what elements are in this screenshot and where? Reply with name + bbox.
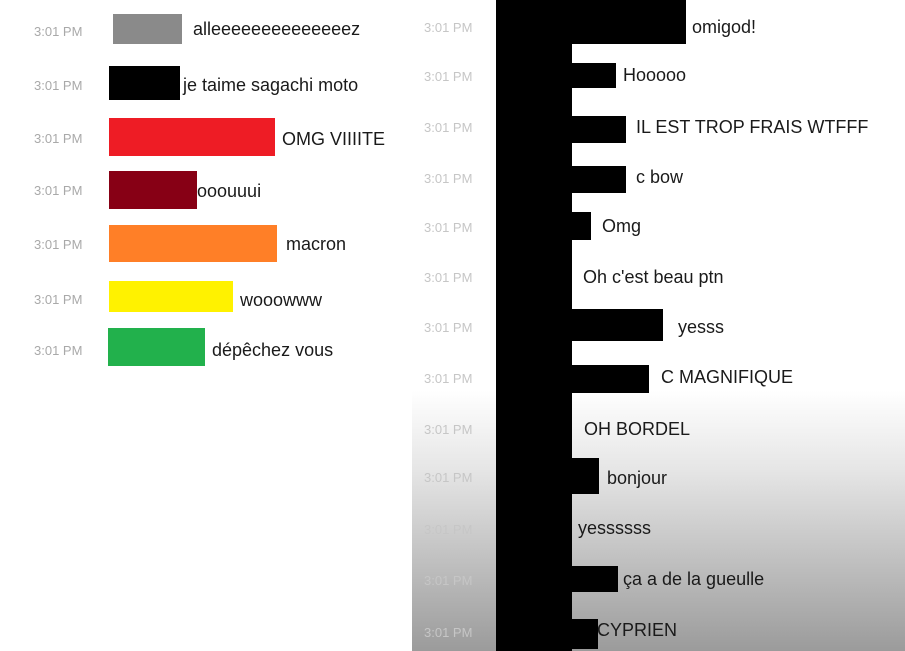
message-timestamp: 3:01 PM bbox=[34, 183, 83, 198]
message-timestamp: 3:01 PM bbox=[424, 20, 473, 35]
chat-message: 3:01 PM OMG VIIIITE bbox=[0, 118, 410, 156]
message-timestamp: 3:01 PM bbox=[424, 171, 473, 186]
message-text: C MAGNIFIQUE bbox=[661, 367, 794, 387]
message-text: Hooooo bbox=[623, 65, 687, 85]
message-text: yesss bbox=[678, 317, 725, 337]
message-timestamp: 3:01 PM bbox=[424, 625, 473, 640]
message-text: ooouuui bbox=[197, 181, 262, 201]
username-redaction-block bbox=[109, 171, 197, 209]
message-text: omigod! bbox=[692, 17, 757, 37]
chat-message: 3:01 PM je taime sagachi moto bbox=[0, 66, 410, 100]
message-text: alleeeeeeeeeeeeeez bbox=[193, 19, 361, 39]
username-redaction-block bbox=[571, 212, 591, 240]
username-redaction-block bbox=[571, 365, 649, 393]
left-chat-panel: 3:01 PM alleeeeeeeeeeeeeez 3:01 PM je ta… bbox=[0, 0, 410, 375]
chat-message: 3:01 PM yessssss bbox=[412, 516, 905, 550]
username-redaction-block bbox=[109, 225, 277, 262]
message-timestamp: 3:01 PM bbox=[34, 24, 83, 39]
message-timestamp: 3:01 PM bbox=[424, 320, 473, 335]
username-redaction-block bbox=[571, 566, 618, 592]
chat-message: 3:01 PM IL EST TROP FRAIS WTFFF bbox=[412, 114, 905, 148]
chat-message: 3:01 PM macron bbox=[0, 225, 410, 262]
username-redaction-block bbox=[571, 458, 599, 494]
chat-message: 3:01 PM ça a de la gueulle bbox=[412, 566, 905, 600]
message-timestamp: 3:01 PM bbox=[424, 220, 473, 235]
message-text: macron bbox=[286, 234, 347, 254]
message-text: je taime sagachi moto bbox=[183, 75, 359, 95]
message-timestamp: 3:01 PM bbox=[34, 131, 83, 146]
message-timestamp: 3:01 PM bbox=[424, 422, 473, 437]
username-redaction-block bbox=[108, 328, 205, 366]
message-text: Omg bbox=[602, 216, 642, 236]
chat-message: 3:01 PM Hooooo bbox=[412, 63, 905, 97]
message-text: OH BORDEL bbox=[584, 419, 691, 439]
message-text: ça a de la gueulle bbox=[623, 569, 765, 589]
message-timestamp: 3:01 PM bbox=[424, 470, 473, 485]
username-redaction-block bbox=[571, 309, 663, 341]
message-timestamp: 3:01 PM bbox=[424, 120, 473, 135]
username-redaction-block bbox=[109, 66, 180, 100]
chat-message: 3:01 PM CYPRIEN bbox=[412, 617, 905, 651]
message-timestamp: 3:01 PM bbox=[34, 343, 83, 358]
message-text: c bow bbox=[636, 167, 684, 187]
message-text: wooowww bbox=[240, 290, 323, 310]
chat-message: 3:01 PM Oh c'est beau ptn bbox=[412, 264, 905, 298]
username-redaction-block bbox=[109, 281, 233, 312]
message-text: CYPRIEN bbox=[597, 620, 678, 640]
chat-message: 3:01 PM ooouuui bbox=[0, 171, 410, 209]
username-redaction-block bbox=[109, 118, 275, 156]
message-text: Oh c'est beau ptn bbox=[583, 267, 724, 287]
username-redaction-block bbox=[571, 116, 626, 143]
chat-message: 3:01 PM C MAGNIFIQUE bbox=[412, 365, 905, 399]
username-redaction-block bbox=[571, 619, 598, 649]
username-redaction-block bbox=[571, 0, 686, 44]
username-redaction-block bbox=[571, 166, 626, 193]
chat-message: 3:01 PM yesss bbox=[412, 309, 905, 343]
message-timestamp: 3:01 PM bbox=[424, 69, 473, 84]
username-redaction-block bbox=[571, 63, 616, 88]
message-timestamp: 3:01 PM bbox=[34, 292, 83, 307]
chat-message: 3:01 PM c bow bbox=[412, 165, 905, 199]
message-text: bonjour bbox=[607, 468, 668, 488]
chat-message: 3:01 PM omigod! bbox=[412, 0, 905, 48]
message-text: IL EST TROP FRAIS WTFFF bbox=[636, 117, 869, 137]
message-timestamp: 3:01 PM bbox=[424, 270, 473, 285]
chat-message: 3:01 PM wooowww bbox=[0, 281, 410, 315]
chat-message: 3:01 PM alleeeeeeeeeeeeeez bbox=[0, 14, 410, 48]
message-timestamp: 3:01 PM bbox=[34, 237, 83, 252]
chat-message: 3:01 PM Omg bbox=[412, 212, 905, 246]
message-timestamp: 3:01 PM bbox=[424, 371, 473, 386]
chat-message: 3:01 PM dépêchez vous bbox=[0, 328, 410, 366]
message-timestamp: 3:01 PM bbox=[424, 522, 473, 537]
chat-message: 3:01 PM OH BORDEL bbox=[412, 416, 905, 450]
username-redaction-block bbox=[113, 14, 182, 44]
right-chat-panel: 3:01 PM omigod! 3:01 PM Hooooo 3:01 PM I… bbox=[412, 0, 905, 651]
message-timestamp: 3:01 PM bbox=[34, 78, 83, 93]
chat-message: 3:01 PM bonjour bbox=[412, 458, 905, 494]
message-text: yessssss bbox=[578, 518, 652, 538]
message-text: OMG VIIIITE bbox=[282, 129, 386, 149]
message-text: dépêchez vous bbox=[212, 340, 334, 360]
message-timestamp: 3:01 PM bbox=[424, 573, 473, 588]
